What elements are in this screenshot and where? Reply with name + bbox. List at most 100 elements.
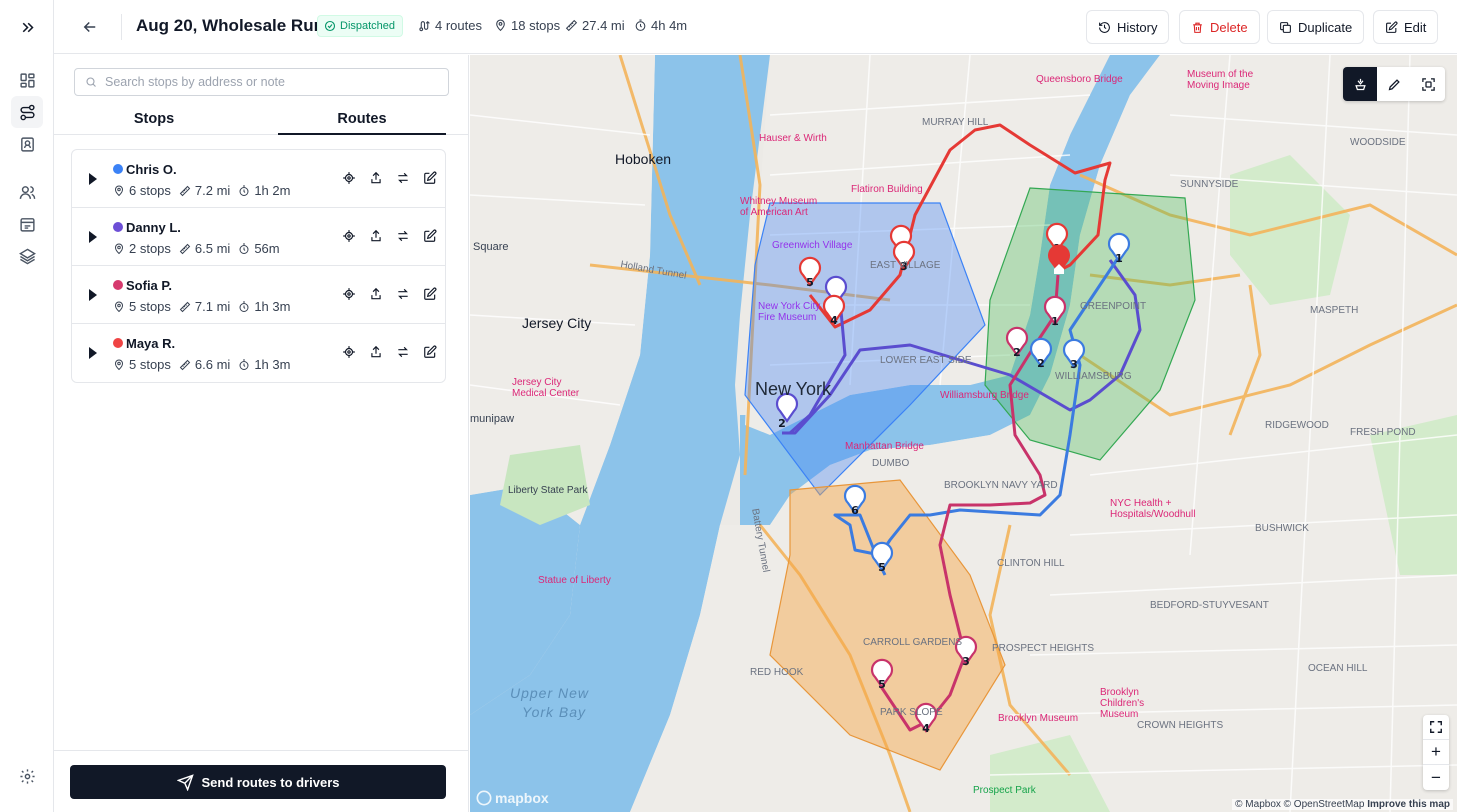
expand-caret-icon[interactable] (88, 172, 98, 185)
expand-caret-icon[interactable] (88, 346, 98, 359)
route-stops: 5 stops (113, 299, 171, 314)
driver-name: Sofia P. (126, 278, 173, 293)
ruler-icon (565, 19, 578, 32)
route-distance: 7.2 mi (179, 183, 230, 198)
map-label: Whitney Museum of American Art (740, 196, 818, 218)
share-route-icon[interactable] (367, 285, 385, 303)
map-canvas: 2 5 1 4 2 3 1 1 1 2 2 3 6 5 3 5 4 (470, 55, 1457, 812)
share-route-icon[interactable] (367, 343, 385, 361)
driver-name: Chris O. (126, 162, 177, 177)
locate-route-icon[interactable] (340, 285, 358, 303)
map-label: BEDFORD-STUYVESANT (1150, 600, 1269, 611)
copy-icon (1280, 21, 1291, 33)
lasso-tool-icon[interactable] (1343, 67, 1377, 101)
route-color-dot (113, 164, 123, 174)
contacts-icon[interactable] (11, 128, 43, 160)
map-label: Liberty State Park (508, 485, 588, 496)
expand-caret-icon[interactable] (88, 230, 98, 243)
pin-icon (113, 185, 125, 197)
map-label: Upper New (510, 685, 590, 701)
map-label: Queensboro Bridge (1036, 74, 1123, 85)
route-actions (340, 169, 439, 187)
edit-button[interactable]: Edit (1373, 10, 1439, 44)
driver-name: Danny L. (126, 220, 181, 235)
driver-name: Maya R. (126, 336, 176, 351)
ruler-icon (179, 301, 191, 313)
reassign-route-icon[interactable] (394, 227, 412, 245)
map-label: New York (755, 379, 832, 399)
orders-icon[interactable] (11, 208, 43, 240)
send-icon (176, 773, 194, 791)
map-label: CLINTON HILL (997, 558, 1065, 569)
layers-icon[interactable] (11, 240, 43, 272)
search-input[interactable] (105, 75, 435, 89)
zoom-out-icon[interactable]: − (1423, 765, 1449, 790)
svg-text:5: 5 (806, 276, 814, 289)
map-label: Square (473, 241, 509, 253)
share-route-icon[interactable] (367, 227, 385, 245)
dashboard-icon[interactable] (11, 64, 43, 96)
map-label: Hauser & Wirth (759, 133, 827, 144)
edit-route-icon[interactable] (421, 227, 439, 245)
draw-tool-icon[interactable] (1377, 67, 1411, 101)
map-label: Manhattan Bridge (845, 441, 924, 452)
route-row[interactable]: Chris O. 6 stops 7.2 mi 1h 2m (72, 150, 445, 208)
zoom-in-icon[interactable]: + (1423, 740, 1449, 765)
route-meta: 2 stops 6.5 mi 56m (113, 241, 288, 256)
fit-bounds-icon[interactable] (1411, 67, 1445, 101)
duplicate-button[interactable]: Duplicate (1267, 10, 1365, 44)
map-label: NYC Health + Hospitals/Woodhull (1110, 498, 1196, 520)
route-meta: 5 stops 6.6 mi 1h 3m (113, 357, 298, 372)
route-row[interactable]: Danny L. 2 stops 6.5 mi 56m (72, 208, 445, 266)
map-label: munipaw (470, 413, 515, 425)
send-routes-button[interactable]: Send routes to drivers (70, 765, 446, 799)
pin-icon (113, 243, 125, 255)
share-route-icon[interactable] (367, 169, 385, 187)
map-label: Museum of the Moving Image (1187, 69, 1254, 91)
expand-caret-icon[interactable] (88, 288, 98, 301)
map-label: Jersey City (522, 315, 592, 331)
reassign-route-icon[interactable] (394, 285, 412, 303)
edit-route-icon[interactable] (421, 343, 439, 361)
delete-button[interactable]: Delete (1179, 10, 1260, 44)
timer-icon (635, 19, 646, 31)
page-title: Aug 20, Wholesale Run (136, 16, 324, 35)
settings-icon[interactable] (11, 760, 43, 792)
back-arrow-icon[interactable] (76, 13, 104, 41)
history-button[interactable]: History (1086, 10, 1170, 44)
map-toolbar (1343, 67, 1445, 101)
timer-icon (238, 301, 250, 313)
route-actions (340, 227, 439, 245)
map-label: MASPETH (1310, 305, 1359, 316)
route-row[interactable]: Sofia P. 5 stops 7.1 mi 1h 3m (72, 266, 445, 324)
route-distance: 6.5 mi (179, 241, 230, 256)
distance-stat: 27.4 mi (565, 18, 625, 33)
routes-icon[interactable] (11, 96, 43, 128)
routes-stat: 4 routes (418, 18, 482, 33)
fullscreen-icon[interactable] (1423, 715, 1449, 740)
tab-routes[interactable]: Routes (278, 107, 446, 135)
route-meta: 6 stops 7.2 mi 1h 2m (113, 183, 298, 198)
svg-text:5: 5 (878, 678, 886, 691)
reassign-route-icon[interactable] (394, 343, 412, 361)
trash-icon (1193, 22, 1202, 33)
locate-route-icon[interactable] (340, 169, 358, 187)
send-footer: Send routes to drivers (54, 750, 469, 812)
reassign-route-icon[interactable] (394, 169, 412, 187)
expand-icon[interactable] (11, 11, 43, 43)
tab-stops[interactable]: Stops (70, 107, 238, 135)
route-meta: 5 stops 7.1 mi 1h 3m (113, 299, 298, 314)
map-label: Williamsburg Bridge (940, 390, 1029, 401)
locate-route-icon[interactable] (340, 227, 358, 245)
edit-route-icon[interactable] (421, 285, 439, 303)
edit-route-icon[interactable] (421, 169, 439, 187)
team-icon[interactable] (11, 176, 43, 208)
map-label: GREENPOINT (1080, 301, 1147, 312)
search-box[interactable] (74, 68, 449, 96)
locate-route-icon[interactable] (340, 343, 358, 361)
nav-rail (0, 0, 54, 812)
svg-text:2: 2 (778, 417, 786, 430)
route-list: Chris O. 6 stops 7.2 mi 1h 2m Danny L. 2 sto… (71, 149, 446, 383)
route-row[interactable]: Maya R. 5 stops 6.6 mi 1h 3m (72, 324, 445, 382)
route-map[interactable]: 2 5 1 4 2 3 1 1 1 2 2 3 6 5 3 5 4 Hoboke… (470, 55, 1457, 812)
